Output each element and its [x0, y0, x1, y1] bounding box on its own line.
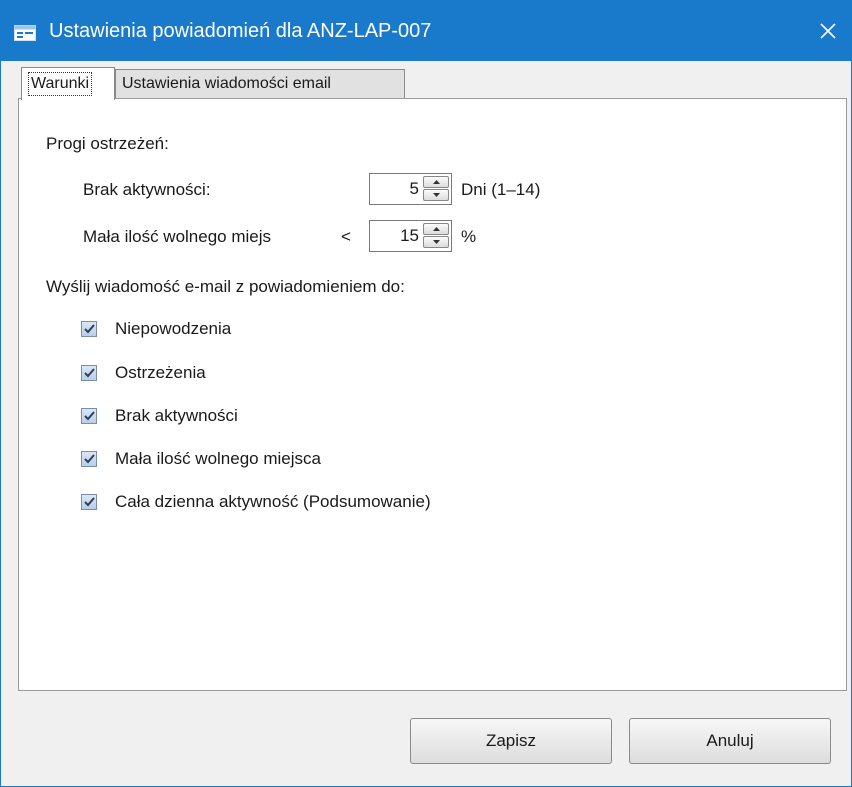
inactivity-days-value: 5	[409, 179, 419, 198]
tab-label: Ustawienia wiadomości email	[122, 75, 331, 92]
inactivity-label: Brak aktywności:	[83, 180, 211, 199]
close-icon	[820, 23, 836, 39]
cancel-button[interactable]: Anuluj	[629, 718, 831, 764]
option-failures[interactable]: Niepowodzenia	[81, 317, 231, 341]
checkmark-icon	[83, 368, 95, 378]
checkmark-icon	[83, 411, 95, 421]
low-space-percent-value: 15	[400, 226, 419, 245]
low-space-unit: %	[461, 227, 477, 246]
arrow-down-icon	[432, 193, 440, 197]
inactivity-checkbox[interactable]	[81, 408, 97, 424]
dialog-window: Ustawienia powiadomień dla ANZ-LAP-007 W…	[0, 0, 852, 787]
inactivity-unit: Dni (1–14)	[461, 180, 541, 199]
failures-label: Niepowodzenia	[115, 319, 232, 338]
failures-checkbox[interactable]	[81, 321, 97, 337]
inactivity-up-button[interactable]	[423, 176, 449, 188]
tab-email-settings[interactable]: Ustawienia wiadomości email	[115, 69, 405, 99]
option-low-space[interactable]: Mała ilość wolnego miejsca	[81, 447, 321, 471]
option-warnings[interactable]: Ostrzeżenia	[81, 361, 206, 385]
thresholds-heading: Progi ostrzeżeń:	[46, 134, 169, 153]
tab-label: Warunki	[28, 72, 93, 96]
checkmark-icon	[83, 454, 95, 464]
warnings-checkbox[interactable]	[81, 365, 97, 381]
tab-conditions[interactable]: Warunki	[21, 67, 115, 100]
window-title: Ustawienia powiadomień dla ANZ-LAP-007	[49, 20, 432, 42]
low-space-percent-stepper[interactable]: 15	[369, 220, 452, 252]
option-daily-summary[interactable]: Cała dzienna aktywność (Podsumowanie)	[81, 490, 431, 514]
inactivity-option-label: Brak aktywności	[115, 406, 238, 425]
arrow-up-icon	[432, 227, 440, 231]
checkmark-icon	[83, 324, 95, 334]
low-space-up-button[interactable]	[423, 223, 449, 235]
conditions-panel: Progi ostrzeżeń: Brak aktywności: 5 Dni …	[18, 98, 847, 691]
low-space-checkbox[interactable]	[81, 451, 97, 467]
warnings-label: Ostrzeżenia	[115, 363, 206, 382]
low-space-option-label: Mała ilość wolnego miejsca	[115, 449, 321, 468]
arrow-up-icon	[432, 180, 440, 184]
dialog-icon	[14, 25, 36, 41]
daily-summary-label: Cała dzienna aktywność (Podsumowanie)	[115, 492, 431, 511]
email-recipients-heading: Wyślij wiadomość e-mail z powiadomieniem…	[46, 277, 405, 296]
less-than-operator: <	[341, 227, 351, 246]
arrow-down-icon	[432, 240, 440, 244]
low-space-label: Mała ilość wolnego miejs	[83, 227, 272, 246]
close-button[interactable]	[805, 1, 851, 61]
save-button[interactable]: Zapisz	[410, 718, 612, 764]
checkmark-icon	[83, 497, 95, 507]
low-space-down-button[interactable]	[423, 236, 449, 248]
title-bar[interactable]: Ustawienia powiadomień dla ANZ-LAP-007	[1, 1, 851, 61]
inactivity-down-button[interactable]	[423, 189, 449, 201]
inactivity-days-stepper[interactable]: 5	[369, 173, 452, 205]
daily-summary-checkbox[interactable]	[81, 494, 97, 510]
option-inactivity[interactable]: Brak aktywności	[81, 404, 238, 428]
